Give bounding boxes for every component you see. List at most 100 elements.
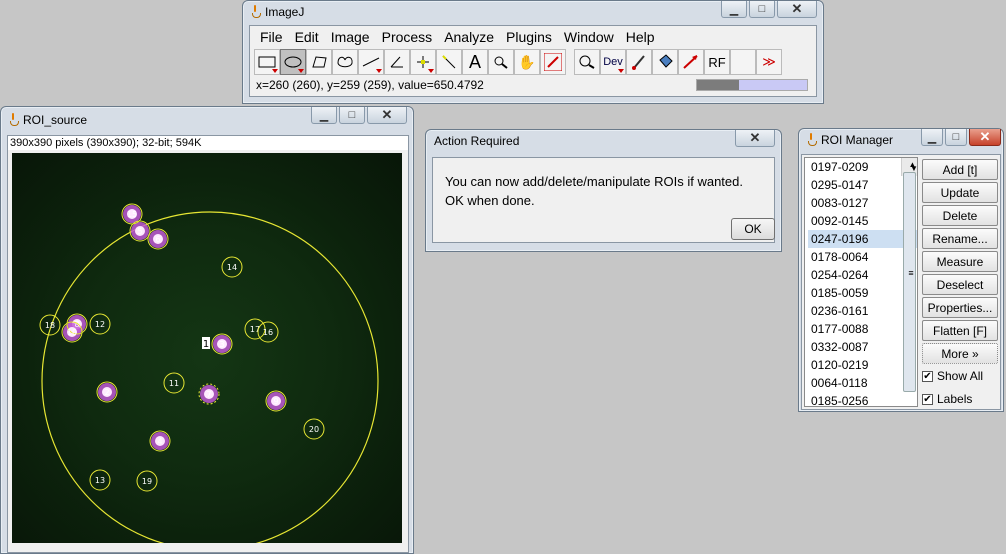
roi-list-item[interactable]: 0254-0264 (808, 266, 917, 284)
dev-tool-icon[interactable]: Dev (600, 49, 626, 75)
rename-button[interactable]: Rename... (922, 228, 998, 249)
roi-list-item[interactable]: 0332-0087 (808, 338, 917, 356)
imagej-window: ImageJ ▁ □ ✕ File Edit Image Process Ana… (242, 0, 824, 104)
labels-label: Labels (937, 392, 973, 406)
roi-overlay: 15561418 8101217 1632117920413 191 (39, 203, 379, 543)
imagej-titlebar[interactable]: ImageJ ▁ □ ✕ (243, 1, 823, 23)
menu-edit[interactable]: Edit (289, 29, 325, 45)
roi-list-item[interactable]: 0120-0219 (808, 356, 917, 374)
roi-list-item[interactable]: 0295-0147 (808, 176, 917, 194)
roi-manager-titlebar[interactable]: ROI Manager ▁ □ ✕ (799, 129, 1003, 151)
more-tools-icon[interactable]: ≫ (756, 49, 782, 75)
image-canvas[interactable]: 15 5 6 14 18 8 10 12 17 16 3 2 11 7 9 20 4 13 19 1 (12, 153, 402, 543)
roi-label: 11 (169, 379, 179, 388)
more-button[interactable]: More » (922, 343, 998, 364)
roi-label: 15 (127, 210, 137, 219)
toolbar: A ✋ Dev RF ≫ (250, 48, 816, 76)
blank-tool (730, 49, 756, 75)
menu-analyze[interactable]: Analyze (438, 29, 500, 45)
wand-tool-icon[interactable] (436, 49, 462, 75)
update-button[interactable]: Update (922, 182, 998, 203)
close-button[interactable]: ✕ (969, 129, 1001, 146)
selected-roi-label: 1 (203, 339, 209, 350)
polygon-tool-icon[interactable] (306, 49, 332, 75)
arrow-tool-icon[interactable] (678, 49, 704, 75)
menu-help[interactable]: Help (620, 29, 661, 45)
scroll-thumb[interactable]: ≡ (903, 172, 916, 392)
dish-roi[interactable] (41, 211, 379, 543)
roi-label: 12 (95, 320, 105, 329)
flatten-button[interactable]: Flatten [F] (922, 320, 998, 341)
roi-label: 10 (67, 328, 77, 337)
menu-process[interactable]: Process (376, 29, 439, 45)
freehand-tool-icon[interactable] (332, 49, 358, 75)
rectangle-tool-icon[interactable] (254, 49, 280, 75)
magnifier-tool-icon[interactable] (488, 49, 514, 75)
roi-list-item[interactable]: 0185-0059 (808, 284, 917, 302)
minimize-button[interactable]: ▁ (921, 129, 943, 146)
scroll-down-icon[interactable]: ▼ (905, 162, 917, 176)
roi-list[interactable]: 0197-0209 0295-0147 0083-0127 0092-0145 0247… (804, 157, 918, 407)
roi-list-scrollbar[interactable]: ▲ ≡ ▼ (901, 158, 917, 392)
roi-label: 5 (137, 227, 142, 236)
minimize-button[interactable]: ▁ (721, 1, 747, 18)
roi-label: 16 (263, 328, 273, 337)
menu-plugins[interactable]: Plugins (500, 29, 558, 45)
menu-file[interactable]: File (254, 29, 289, 45)
measure-button[interactable]: Measure (922, 251, 998, 272)
flood-fill-tool-icon[interactable] (652, 49, 678, 75)
roi-label: 13 (95, 476, 105, 485)
menu-bar: File Edit Image Process Analyze Plugins … (250, 26, 816, 48)
point-tool-icon[interactable] (410, 49, 436, 75)
minimize-button[interactable]: ▁ (311, 107, 337, 124)
add-button[interactable]: Add [t] (922, 159, 998, 180)
java-icon (7, 113, 19, 127)
text-tool-icon[interactable]: A (462, 49, 488, 75)
roi-label: 7 (206, 390, 211, 399)
java-icon (805, 133, 817, 147)
roi-list-item[interactable]: 0083-0127 (808, 194, 917, 212)
maximize-button[interactable]: □ (339, 107, 365, 124)
menu-window[interactable]: Window (558, 29, 620, 45)
maximize-button[interactable]: □ (749, 1, 775, 18)
dialog-title: Action Required (434, 134, 520, 148)
roi-manager-window: ROI Manager ▁ □ ✕ 0197-0209 0295-0147 0083… (798, 128, 1004, 412)
roi-list-item[interactable]: 0177-0088 (808, 320, 917, 338)
roi-list-item[interactable]: 0178-0064 (808, 248, 917, 266)
status-text: x=260 (260), y=259 (259), value=650.4792 (256, 78, 484, 92)
dialog-message-line2: OK when done. (445, 193, 535, 208)
close-button[interactable]: ✕ (735, 130, 775, 147)
roi-list-item[interactable]: 0247-0196 (808, 230, 917, 248)
rf-tool-icon[interactable]: RF (704, 49, 730, 75)
delete-button[interactable]: Delete (922, 205, 998, 226)
menu-image[interactable]: Image (325, 29, 376, 45)
checkbox-check-icon: ✔ (922, 393, 933, 405)
close-button[interactable]: ✕ (367, 107, 407, 124)
roi-list-item[interactable]: 0236-0161 (808, 302, 917, 320)
properties-button[interactable]: Properties... (922, 297, 998, 318)
roi-label: 2 (104, 388, 109, 397)
brush-tool-icon[interactable] (626, 49, 652, 75)
angle-tool-icon[interactable] (384, 49, 410, 75)
zoom-tool-icon[interactable] (574, 49, 600, 75)
roi-list-item[interactable]: 0185-0256 (808, 392, 917, 406)
line-tool-icon[interactable] (358, 49, 384, 75)
roi-label: 20 (309, 425, 319, 434)
roi-label: 4 (157, 437, 162, 446)
labels-checkbox[interactable]: ✔ Labels (922, 392, 972, 406)
image-info: 390x390 pixels (390x390); 32-bit; 594K (8, 136, 408, 150)
maximize-button[interactable]: □ (945, 129, 967, 146)
oval-tool-icon[interactable] (280, 49, 306, 75)
show-all-checkbox[interactable]: ✔ Show All (922, 369, 983, 383)
roi-list-item[interactable]: 0092-0145 (808, 212, 917, 230)
roi-list-item[interactable]: 0064-0118 (808, 374, 917, 392)
hand-tool-icon[interactable]: ✋ (514, 49, 540, 75)
ok-button[interactable]: OK (731, 218, 775, 240)
status-bar: x=260 (260), y=259 (259), value=650.4792 (250, 76, 816, 94)
dialog-titlebar[interactable]: Action Required ✕ (426, 130, 781, 152)
java-icon (249, 5, 261, 19)
close-button[interactable]: ✕ (777, 1, 817, 18)
roi-source-titlebar[interactable]: ROI_source ▁ □ ✕ (1, 107, 413, 133)
color-picker-tool-icon[interactable] (540, 49, 566, 75)
deselect-button[interactable]: Deselect (922, 274, 998, 295)
